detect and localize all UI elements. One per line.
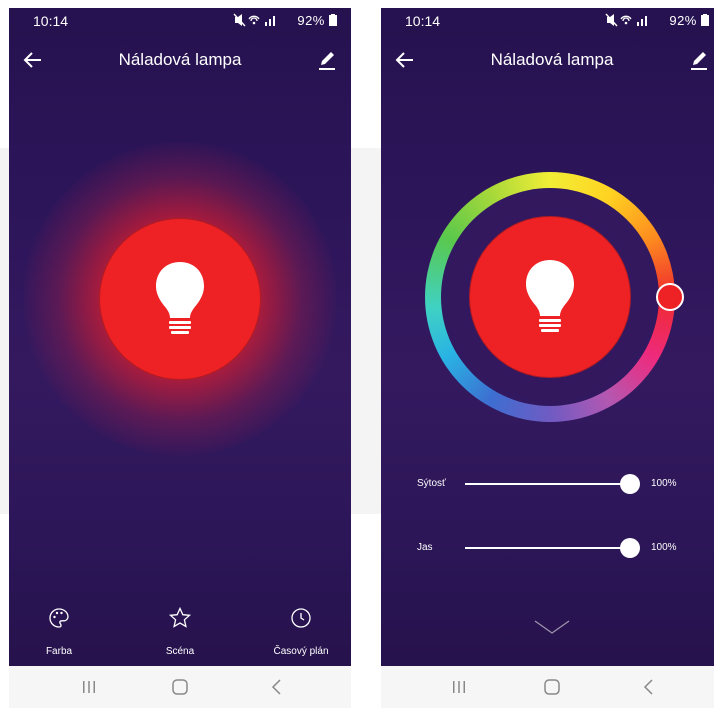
brightness-label: Jas <box>417 542 433 553</box>
app-screen: 10:14 92% Náladová lampa <box>9 8 351 666</box>
tab-scena-label: Scéna <box>165 646 195 657</box>
home-icon[interactable] <box>540 676 564 698</box>
phone-screen-left: 10:14 92% Náladová lampa Farba Scéna Čas… <box>9 8 351 708</box>
saturation-handle[interactable] <box>620 474 640 494</box>
brightness-value: 100% <box>651 542 677 553</box>
android-nav-bar <box>381 666 714 708</box>
page-title: Náladová lampa <box>118 50 242 69</box>
recent-apps-icon[interactable] <box>447 676 471 698</box>
chevron-down-icon[interactable] <box>533 618 571 636</box>
back-nav-icon[interactable] <box>637 676 661 698</box>
palette-icon <box>49 608 69 628</box>
saturation-value: 100% <box>651 478 677 489</box>
battery-percent: 92% <box>297 13 325 28</box>
bottom-tab-bar: Farba Scéna Časový plán <box>9 596 351 666</box>
light-bulb-icon <box>156 262 204 334</box>
back-nav-icon[interactable] <box>265 676 289 698</box>
status-time: 10:14 <box>33 13 69 29</box>
star-icon <box>168 606 192 628</box>
edit-pencil-icon[interactable] <box>687 48 711 72</box>
status-icons: 92% <box>605 13 709 28</box>
battery-icon <box>329 14 337 26</box>
saturation-track[interactable] <box>465 483 631 485</box>
lamp-power-button[interactable] <box>99 218 261 380</box>
tab-farba[interactable]: Farba <box>9 596 109 666</box>
battery-percent: 92% <box>669 13 697 28</box>
brightness-slider-row: Jas 100% <box>381 536 714 560</box>
color-wheel-handle[interactable] <box>656 283 684 311</box>
tab-casovy-plan-label: Časový plán <box>273 646 329 657</box>
recent-apps-icon[interactable] <box>77 676 101 698</box>
lamp-power-button[interactable] <box>469 216 631 378</box>
clock-icon <box>291 608 311 628</box>
tab-casovy-plan[interactable]: Časový plán <box>251 596 351 666</box>
status-time: 10:14 <box>405 13 441 29</box>
saturation-slider-row: Sýtosť 100% <box>381 472 714 496</box>
app-header: Náladová lampa <box>9 44 351 76</box>
tab-farba-label: Farba <box>45 646 73 657</box>
edit-pencil-icon[interactable] <box>315 48 339 72</box>
status-bar: 10:14 92% <box>9 8 351 32</box>
phone-screen-right: 10:14 92% Náladová lampa Sýtosť 100% Jas… <box>381 8 714 708</box>
status-indicators-icon <box>233 13 276 27</box>
brightness-handle[interactable] <box>620 538 640 558</box>
light-bulb-icon <box>526 260 574 332</box>
home-icon[interactable] <box>168 676 192 698</box>
tab-scena[interactable]: Scéna <box>130 596 230 666</box>
app-header: Náladová lampa <box>381 44 714 76</box>
comparison-canvas: 10:14 92% Náladová lampa Farba Scéna Čas… <box>0 0 714 711</box>
battery-icon <box>701 14 709 26</box>
page-title: Náladová lampa <box>490 50 614 69</box>
status-icons: 92% <box>233 13 337 28</box>
saturation-label: Sýtosť <box>417 478 446 489</box>
android-nav-bar <box>9 666 351 708</box>
status-bar: 10:14 92% <box>381 8 714 32</box>
app-screen: 10:14 92% Náladová lampa <box>381 8 714 666</box>
status-indicators-icon <box>605 13 648 27</box>
brightness-track[interactable] <box>465 547 631 549</box>
